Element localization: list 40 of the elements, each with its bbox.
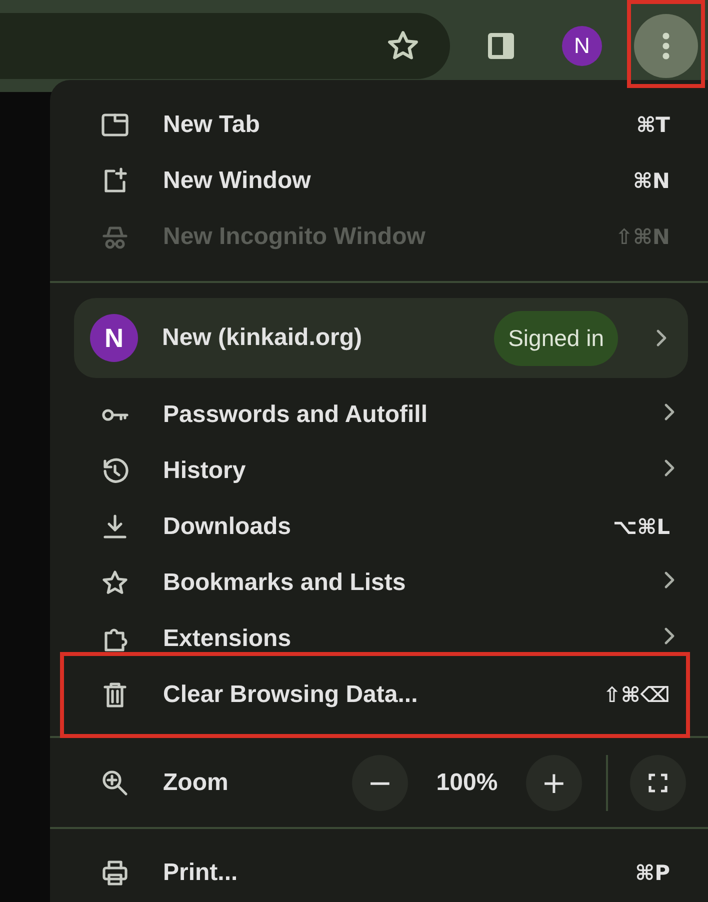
chevron-icon <box>654 328 668 348</box>
menu-item[interactable]: Bookmarks and Lists <box>50 555 708 611</box>
keyboard-shortcut: ⌘N <box>632 169 670 193</box>
menu-button[interactable] <box>634 14 698 78</box>
menu-item[interactable]: New Tab ⌘T <box>50 97 708 153</box>
chevron-icon <box>662 570 676 590</box>
chevron-icon <box>662 458 676 478</box>
zoom-in-button[interactable]: + <box>526 755 582 811</box>
side-panel-icon[interactable] <box>486 31 516 61</box>
keyboard-shortcut: ⌘T <box>636 113 670 137</box>
chevron-icon <box>662 402 676 422</box>
profile-avatar: N <box>90 314 138 362</box>
profile-menu-item[interactable]: N New (kinkaid.org) Signed in <box>74 298 688 378</box>
keyboard-shortcut: ⇧⌘⌫ <box>603 683 670 707</box>
zoom-in-icon <box>101 769 129 797</box>
tab-icon <box>101 111 129 139</box>
menu-item-label: Zoom <box>163 769 230 797</box>
download-icon <box>101 513 129 541</box>
profile-avatar[interactable]: N <box>562 26 602 66</box>
trash-icon <box>101 681 129 709</box>
keyboard-shortcut: ⇧⌘N <box>615 225 670 249</box>
keyboard-shortcut: ⌘P <box>635 861 670 885</box>
menu-item[interactable]: Downloads ⌥⌘L <box>50 499 708 555</box>
zoom-out-button[interactable]: − <box>352 755 408 811</box>
zoom-level: 100% <box>435 769 499 797</box>
more-vertical-icon <box>662 32 670 60</box>
menu-item[interactable]: Print... ⌘P <box>50 845 708 901</box>
profile-name: New (kinkaid.org) <box>162 324 364 352</box>
keyboard-shortcut: ⌥⌘L <box>612 515 670 539</box>
menu-item[interactable]: Passwords and Autofill <box>50 387 708 443</box>
history-icon <box>101 457 129 485</box>
menu-item[interactable]: History <box>50 443 708 499</box>
menu-item[interactable]: Extensions <box>50 611 708 667</box>
menu-item[interactable]: Clear Browsing Data... ⇧⌘⌫ <box>50 667 708 723</box>
printer-icon <box>101 859 129 887</box>
fullscreen-icon <box>648 773 668 793</box>
menu-item[interactable]: New Window ⌘N <box>50 153 708 209</box>
star-icon <box>101 569 129 597</box>
signed-in-badge: Signed in <box>494 310 618 366</box>
chevron-icon <box>662 626 676 646</box>
